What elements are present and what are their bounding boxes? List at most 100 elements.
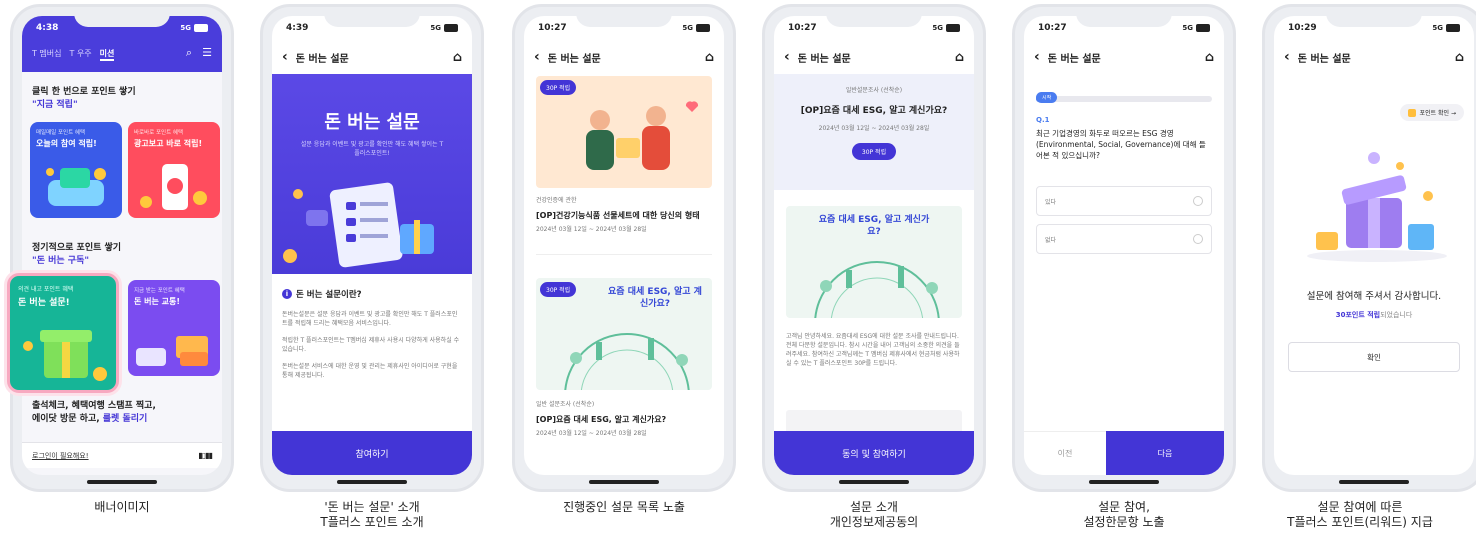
battery-icon — [946, 24, 960, 32]
caption-line: '돈 버는 설문' 소개 — [324, 500, 420, 514]
nav-title: 돈 버는 설문 — [1297, 53, 1351, 65]
navbar: ‹ 돈 버는 설문 ⌂ — [1274, 42, 1474, 72]
signal-icon: 5G — [1182, 24, 1210, 32]
radio-icon[interactable] — [1193, 196, 1203, 206]
caption: 진행중인 설문 목록 노출 — [509, 500, 739, 515]
network: 5G — [1182, 24, 1193, 32]
home-icon[interactable]: ⌂ — [1205, 50, 1214, 65]
hero-title: 돈 버는 설문 — [324, 112, 420, 133]
tab-mission[interactable]: 미션 — [99, 48, 115, 61]
survey-item-2[interactable]: 일반 설문조사 (선착순) [OP]요즘 대세 ESG, 알고 계신가요? 20… — [536, 400, 712, 438]
item-date: 2024년 03월 12일 ~ 2024년 03월 28일 — [536, 226, 647, 233]
detail-sub: 일반설문조사 (선착순) — [845, 87, 903, 94]
back-icon[interactable]: ‹ — [1034, 49, 1040, 65]
option-yes[interactable]: 있다 — [1036, 186, 1212, 216]
section-title: 정기적으로 포인트 쌓기 — [32, 243, 122, 253]
screen: 10:27 5G ‹ 돈 버는 설문 ⌂ 일반설문조사 (선착순) [OP]요즘… — [774, 16, 974, 475]
phone-intro: 4:39 5G ‹ 돈 버는 설문 ⌂ 돈 버는 설문 설문 응답과 이벤트 및… — [260, 4, 484, 492]
login-notice[interactable]: 로그인이 필요해요! — [32, 451, 89, 461]
radio-icon[interactable] — [1193, 234, 1203, 244]
banner-title: 요즘 대세 ESG, 알고 계신가요? — [818, 215, 930, 237]
card-transport[interactable]: 지금 받는 포인트 혜택 돈 버는 교통! — [128, 280, 220, 376]
reward-suffix: 되었습니다 — [1380, 311, 1413, 319]
agree-join-button[interactable]: 동의 및 참여하기 — [774, 431, 974, 475]
notch — [1076, 7, 1172, 27]
home-icon[interactable]: ⌂ — [1455, 50, 1464, 65]
survey-board-icon — [283, 182, 434, 268]
caption-text: 배너이미지 — [94, 500, 150, 514]
card-title: 돈 버는 교통! — [134, 297, 181, 306]
notch — [576, 7, 672, 27]
back-icon[interactable]: ‹ — [1284, 49, 1290, 65]
tab-universe[interactable]: T 우주 — [70, 48, 92, 61]
home-indicator — [1339, 480, 1409, 484]
navbar: ‹ 돈 버는 설문 ⌂ — [524, 42, 724, 72]
caption-line: 설문 참여, — [1098, 500, 1150, 514]
stage: 4:38 5G T 멤버십 T 우주 미션 ⌕ ☰ 클릭 한 번으로 포인트 쌓… — [0, 0, 1476, 540]
home-indicator — [337, 480, 407, 484]
card-title: 광고보고 바로 적립! — [134, 139, 203, 148]
survey-item-1[interactable]: 건강인증에 관한 [OP]건강기능식품 선물세트에 대한 당신의 형태 2024… — [536, 196, 712, 234]
detail-date: 2024년 03월 12일 ~ 2024년 03월 28일 — [818, 125, 930, 132]
time: 10:27 — [538, 23, 567, 33]
nav-buttons: 이전 다음 — [1024, 431, 1224, 475]
point-badge: 30P 적립 — [540, 282, 577, 297]
caption-line: 설정한문항 노출 — [1083, 515, 1165, 529]
next-button[interactable]: 다음 — [1106, 431, 1224, 475]
back-icon[interactable]: ‹ — [282, 49, 288, 65]
card-survey-highlight[interactable]: 의견 내고 포인트 혜택 돈 버는 설문! — [7, 273, 119, 393]
confirm-button[interactable]: 확인 — [1288, 342, 1460, 372]
home-icon[interactable]: ⌂ — [955, 50, 964, 65]
info-section: i 돈 버는 설문이란? 돈버는설문은 설문 응답과 이벤트 및 광고를 확인만… — [282, 288, 462, 380]
point-badge: 30P 적립 — [540, 80, 577, 95]
time: 4:39 — [286, 23, 309, 33]
tab-membership[interactable]: T 멤버십 — [32, 48, 62, 61]
phone-complete: 10:29 5G ‹ 돈 버는 설문 ⌂ 포인트 확인 → 설문에 참여해 주셔… — [1262, 4, 1476, 492]
navbar: ‹ 돈 버는 설문 ⌂ — [1024, 42, 1224, 72]
option-label: 없다 — [1045, 236, 1057, 244]
home-indicator — [589, 480, 659, 484]
card-tag: 바로바로 포인트 혜택 — [134, 130, 184, 136]
battery-icon — [194, 24, 208, 32]
prev-button[interactable]: 이전 — [1024, 431, 1106, 475]
section-subscribe: 정기적으로 포인트 쌓기 "돈 버는 구독" — [32, 242, 121, 268]
phone-banner: 4:38 5G T 멤버십 T 우주 미션 ⌕ ☰ 클릭 한 번으로 포인트 쌓… — [7, 4, 234, 492]
search-icon[interactable]: ⌕ — [186, 46, 192, 60]
section-now: 클릭 한 번으로 포인트 쌓기 "지금 적립" — [32, 86, 136, 112]
battery-icon — [444, 24, 458, 32]
join-button[interactable]: 참여하기 — [272, 431, 472, 475]
info-heading: i 돈 버는 설문이란? — [282, 288, 462, 300]
survey-item-thumb[interactable]: 30P 적립 요즘 대세 ESG, 알고 계신가요? — [536, 278, 712, 390]
home-indicator — [839, 480, 909, 484]
roulette-link[interactable]: 룰렛 돌리기 — [103, 414, 148, 424]
section-line: 에이닷 방문 하고, 룰렛 돌리기 — [32, 413, 156, 426]
card-ad[interactable]: 바로바로 포인트 혜택 광고보고 바로 적립! — [128, 122, 220, 218]
notch — [74, 7, 170, 27]
caption: '돈 버는 설문' 소개 T플러스 포인트 소개 — [257, 500, 487, 530]
time: 10:27 — [1038, 23, 1067, 33]
card-daily[interactable]: 매일매일 포인트 혜택 오늘의 참여 적립! — [30, 122, 122, 218]
card-tag: 매일매일 포인트 혜택 — [36, 130, 86, 136]
train-icon — [136, 336, 208, 366]
text: 에이닷 방문 하고, — [32, 414, 103, 424]
option-no[interactable]: 없다 — [1036, 224, 1212, 254]
network: 5G — [430, 24, 441, 32]
menu-icon[interactable]: ☰ — [202, 46, 212, 59]
barcode-icon[interactable]: ▮▯▮▮ — [198, 451, 213, 460]
notch — [826, 7, 922, 27]
survey-item-thumb[interactable]: 30P 적립 — [536, 76, 712, 188]
screen: 10:29 5G ‹ 돈 버는 설문 ⌂ 포인트 확인 → 설문에 참여해 주셔… — [1274, 16, 1474, 475]
home-icon[interactable]: ⌂ — [453, 50, 462, 65]
point-badge: 30P 적립 — [851, 143, 897, 160]
detail-banner: 요즘 대세 ESG, 알고 계신가요? — [786, 206, 962, 318]
home-icon[interactable]: ⌂ — [705, 50, 714, 65]
back-icon[interactable]: ‹ — [784, 49, 790, 65]
login-bar[interactable]: 로그인이 필요해요! ▮▯▮▮ — [22, 442, 222, 468]
back-icon[interactable]: ‹ — [534, 49, 540, 65]
nav-title: 돈 버는 설문 — [547, 53, 601, 65]
point-check-button[interactable]: 포인트 확인 → — [1399, 104, 1464, 121]
reward-text: 30포인트 적립되었습니다 — [1274, 310, 1474, 320]
signal-icon: 5G — [1432, 24, 1460, 32]
screen: 10:27 5G ‹ 돈 버는 설문 ⌂ 시작 Q.1 최근 기업경영의 화두로… — [1024, 16, 1224, 475]
hero: 돈 버는 설문 설문 응답과 이벤트 및 광고를 확인만 해도 혜택 쌓이는 T… — [272, 74, 472, 274]
